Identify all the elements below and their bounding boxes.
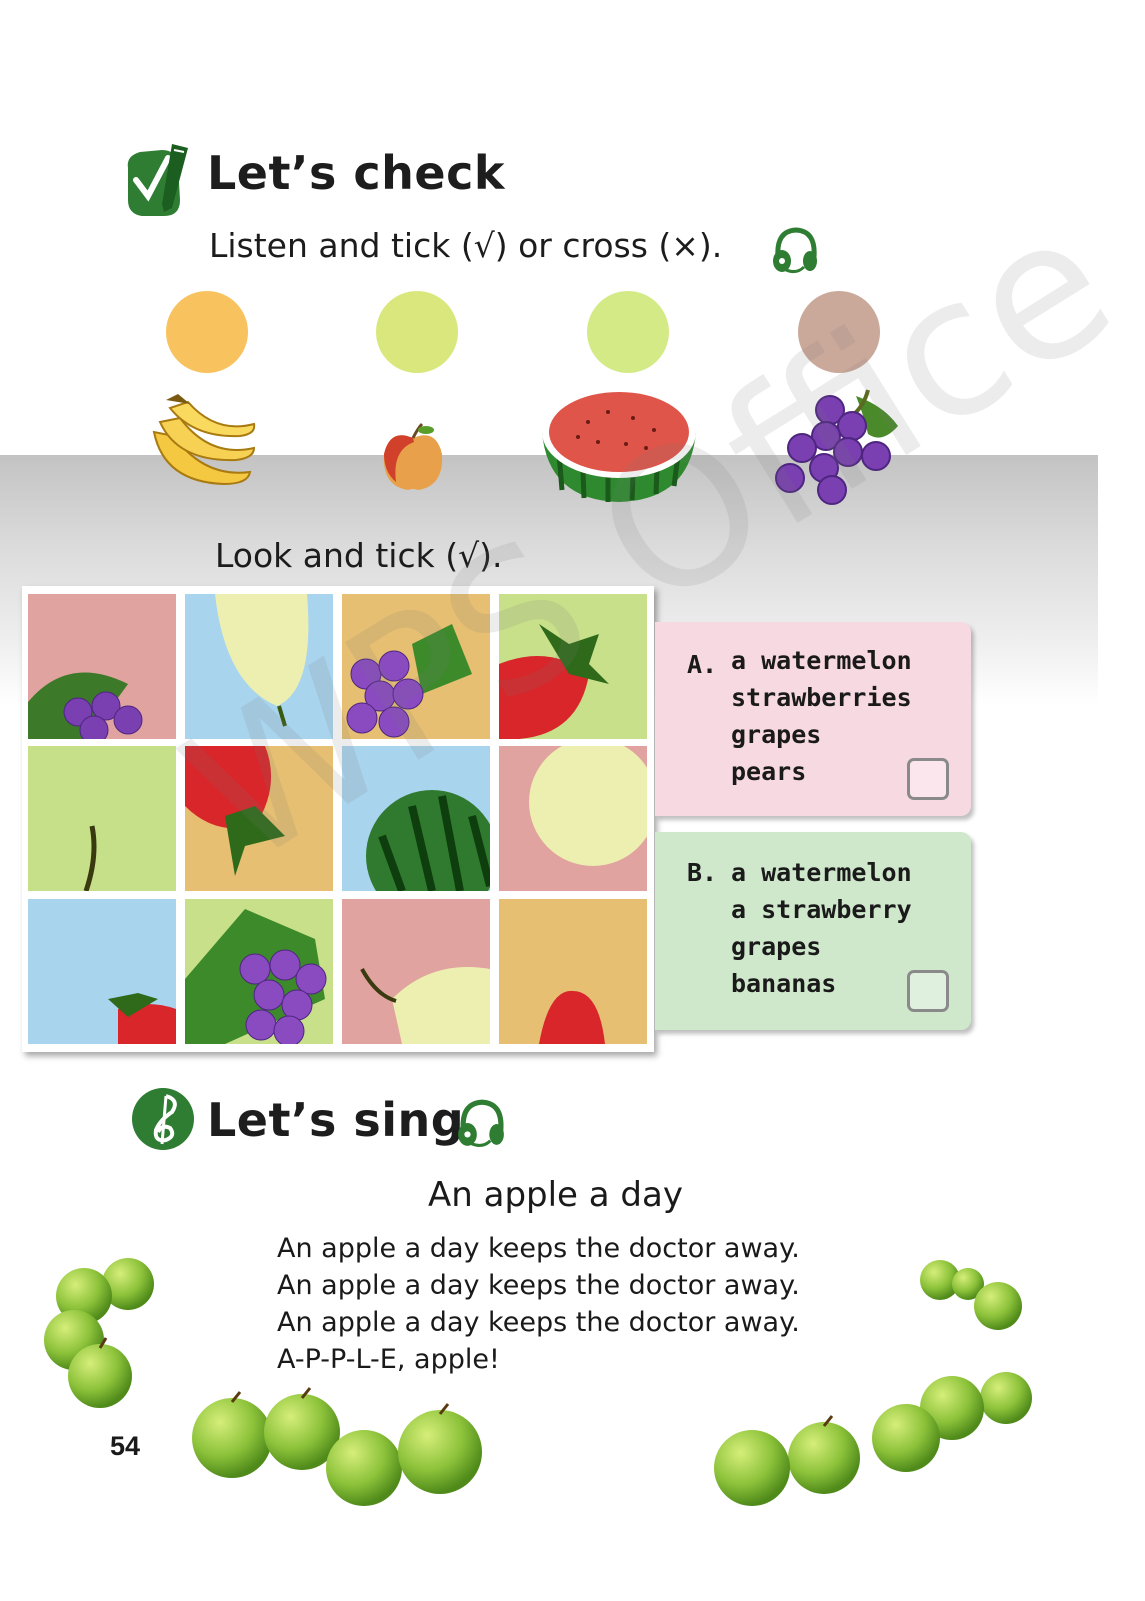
answer-circle-1[interactable] bbox=[166, 291, 248, 373]
option-a-checkbox[interactable] bbox=[907, 758, 949, 800]
grid-tile bbox=[185, 899, 333, 1044]
page-number: 54 bbox=[110, 1431, 141, 1461]
apple-image bbox=[378, 420, 448, 494]
check-pencil-icon bbox=[122, 138, 194, 220]
check-title: Let’s check bbox=[207, 146, 505, 200]
option-letter: B. bbox=[687, 858, 718, 887]
song-title: An apple a day bbox=[428, 1175, 683, 1215]
grid-tile bbox=[342, 899, 490, 1044]
option-item: pears bbox=[731, 757, 807, 786]
listen-instruction: Listen and tick (√) or cross (×). bbox=[209, 226, 723, 265]
option-card-a[interactable]: A. a watermelon strawberries grapes pear… bbox=[655, 622, 971, 816]
grid-tile bbox=[499, 899, 647, 1044]
headphones-icon[interactable] bbox=[770, 223, 820, 277]
bananas-image bbox=[144, 392, 260, 496]
option-item: a watermelon bbox=[731, 858, 912, 887]
option-b-checkbox[interactable] bbox=[907, 970, 949, 1012]
music-note-icon bbox=[130, 1086, 196, 1152]
option-letter: A. bbox=[687, 650, 718, 679]
grid-tile bbox=[28, 746, 176, 891]
option-item: grapes bbox=[731, 932, 822, 961]
option-item: grapes bbox=[731, 720, 822, 749]
grid-tile bbox=[28, 899, 176, 1044]
option-item: a watermelon bbox=[731, 646, 912, 675]
answer-circle-2[interactable] bbox=[376, 291, 458, 373]
option-item: a strawberry bbox=[731, 895, 912, 924]
option-item: bananas bbox=[731, 969, 837, 998]
green-apples-decoration bbox=[44, 1258, 1032, 1506]
answer-circle-3[interactable] bbox=[587, 291, 669, 373]
sing-title: Let’s sing bbox=[207, 1093, 465, 1147]
option-item: strawberries bbox=[731, 683, 912, 712]
grid-tile bbox=[499, 746, 647, 891]
option-card-b[interactable]: B. a watermelon a strawberry grapes bana… bbox=[655, 832, 971, 1030]
headphones-icon[interactable] bbox=[455, 1094, 507, 1152]
